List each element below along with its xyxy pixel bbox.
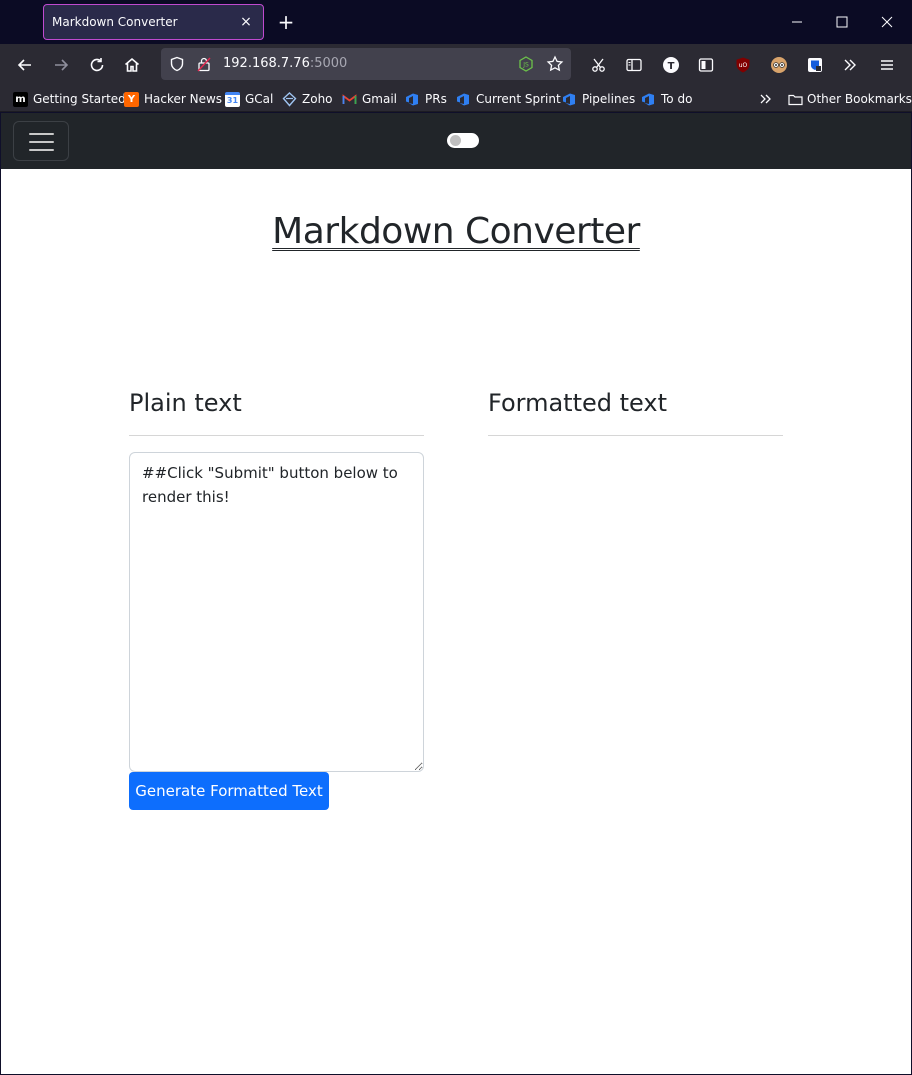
maximize-icon: [836, 16, 848, 28]
bookmark-hacker-news[interactable]: Y Hacker News: [124, 90, 222, 108]
back-button[interactable]: [13, 53, 37, 77]
svg-text:T: T: [668, 61, 675, 72]
bookmark-label: GCal: [245, 92, 274, 106]
bookmark-label: Hacker News: [144, 92, 223, 106]
close-icon: [881, 16, 893, 28]
plain-text-divider: [129, 435, 424, 436]
forward-arrow-icon: [55, 59, 69, 71]
spy-glasses-icon: [771, 57, 787, 73]
screenshot-button[interactable]: [589, 55, 609, 75]
close-window-button[interactable]: [875, 10, 899, 34]
ublock-shield-icon: uO: [736, 57, 750, 73]
back-arrow-icon: [17, 59, 31, 71]
hamburger-line: [29, 149, 54, 151]
formatted-text-heading: Formatted text: [488, 389, 667, 417]
svg-text:JS: JS: [522, 62, 529, 69]
privacy-extension-button[interactable]: [769, 55, 789, 75]
azure-devops-icon: [457, 93, 469, 105]
getting-started-icon: m: [13, 91, 28, 107]
reader-extension-button[interactable]: [696, 55, 716, 75]
azure-devops-icon: [642, 93, 654, 105]
calendar-icon: 31: [225, 91, 240, 107]
forward-button[interactable]: [49, 53, 73, 77]
minimize-icon: [792, 21, 802, 23]
insecure-lock-icon[interactable]: [196, 56, 212, 72]
hamburger-line: [29, 133, 54, 135]
generate-formatted-text-button[interactable]: Generate Formatted Text: [129, 772, 329, 810]
svg-text:uO: uO: [739, 62, 748, 69]
shield-icon[interactable]: [169, 56, 185, 72]
page-viewport: Markdown Converter Plain text Formatted …: [1, 113, 911, 1074]
sidebar-button[interactable]: [624, 55, 644, 75]
url-host: 192.168.7.76: [223, 56, 310, 71]
sidebar-icon: [626, 58, 642, 72]
home-icon: [124, 57, 140, 72]
double-chevron-right-icon: [844, 59, 856, 71]
double-chevron-right-icon: [760, 94, 771, 104]
url-port: :5000: [309, 56, 348, 71]
plain-text-heading: Plain text: [129, 389, 242, 417]
scissors-icon: [592, 58, 605, 72]
bookmarks-toolbar: m Getting Started Y Hacker News 31 GCal …: [0, 86, 912, 112]
nodejs-extension-icon[interactable]: JS: [518, 56, 534, 72]
other-bookmarks-folder[interactable]: Other Bookmarks: [788, 90, 912, 108]
markdown-input[interactable]: ##Click "Submit" button below to render …: [129, 452, 424, 772]
account-extension-button[interactable]: T: [661, 55, 681, 75]
hamburger-line: [29, 141, 54, 143]
bookmark-label: Getting Started: [33, 92, 126, 106]
hacker-news-icon: Y: [124, 91, 139, 107]
page-title-text: Markdown Converter: [272, 211, 640, 252]
bookmark-label: Current Sprint: [476, 92, 561, 106]
url-bar[interactable]: 192.168.7.76:5000 JS: [161, 48, 571, 80]
minimize-button[interactable]: [785, 10, 809, 34]
azure-devops-icon: [563, 93, 575, 105]
navbar-toggler-button[interactable]: [13, 121, 69, 161]
hamburger-menu-icon: [881, 60, 893, 70]
active-tab[interactable]: Markdown Converter ×: [43, 4, 264, 40]
url-text: 192.168.7.76:5000: [223, 56, 347, 71]
bookmark-label: To do: [661, 92, 693, 106]
bookmark-gcal[interactable]: 31 GCal: [225, 90, 273, 108]
bookmarks-overflow-button[interactable]: [758, 90, 774, 108]
other-bookmarks-label: Other Bookmarks: [807, 92, 912, 106]
more-tools-button[interactable]: [840, 55, 860, 75]
ublock-extension-button[interactable]: uO: [733, 55, 753, 75]
folder-icon: [788, 94, 803, 105]
bookmark-label: Zoho: [302, 92, 333, 106]
bookmark-label: Pipelines: [582, 92, 636, 106]
formatted-output: [488, 452, 783, 772]
bookmark-to-do[interactable]: To do: [641, 90, 692, 108]
maximize-button[interactable]: [830, 10, 854, 34]
bookmark-current-sprint[interactable]: Current Sprint: [456, 90, 561, 108]
azure-devops-icon: [406, 93, 418, 105]
bookmark-label: Gmail: [362, 92, 398, 106]
password-manager-icon: [808, 58, 822, 72]
formatted-text-divider: [488, 435, 783, 436]
bookmark-pipelines[interactable]: Pipelines: [562, 90, 635, 108]
new-tab-button[interactable]: +: [276, 10, 296, 34]
tab-title: Markdown Converter: [52, 15, 178, 29]
bookmark-label: PRs: [425, 92, 447, 106]
page-title: Markdown Converter: [1, 211, 911, 252]
avatar-t-icon: T: [663, 57, 679, 73]
tab-strip: Markdown Converter × +: [0, 0, 912, 44]
reload-button[interactable]: [85, 53, 109, 77]
app-menu-button[interactable]: [877, 55, 897, 75]
reader-icon: [698, 58, 714, 72]
gmail-icon: [342, 93, 357, 104]
theme-toggle-switch[interactable]: [447, 133, 479, 148]
zoho-icon: [282, 91, 297, 107]
browser-toolbar: 192.168.7.76:5000 JS T uO: [0, 44, 912, 86]
bookmark-prs[interactable]: PRs: [405, 90, 447, 108]
home-button[interactable]: [120, 53, 144, 77]
toggle-knob: [450, 135, 461, 146]
tab-close-icon[interactable]: ×: [237, 14, 255, 30]
app-navbar: [1, 113, 911, 169]
bookmark-star-icon[interactable]: [546, 55, 564, 73]
reload-icon: [90, 58, 104, 72]
bookmark-zoho[interactable]: Zoho: [282, 90, 333, 108]
bookmark-gmail[interactable]: Gmail: [342, 90, 397, 108]
bitwarden-extension-button[interactable]: [805, 55, 825, 75]
bookmark-getting-started[interactable]: m Getting Started: [13, 90, 126, 108]
